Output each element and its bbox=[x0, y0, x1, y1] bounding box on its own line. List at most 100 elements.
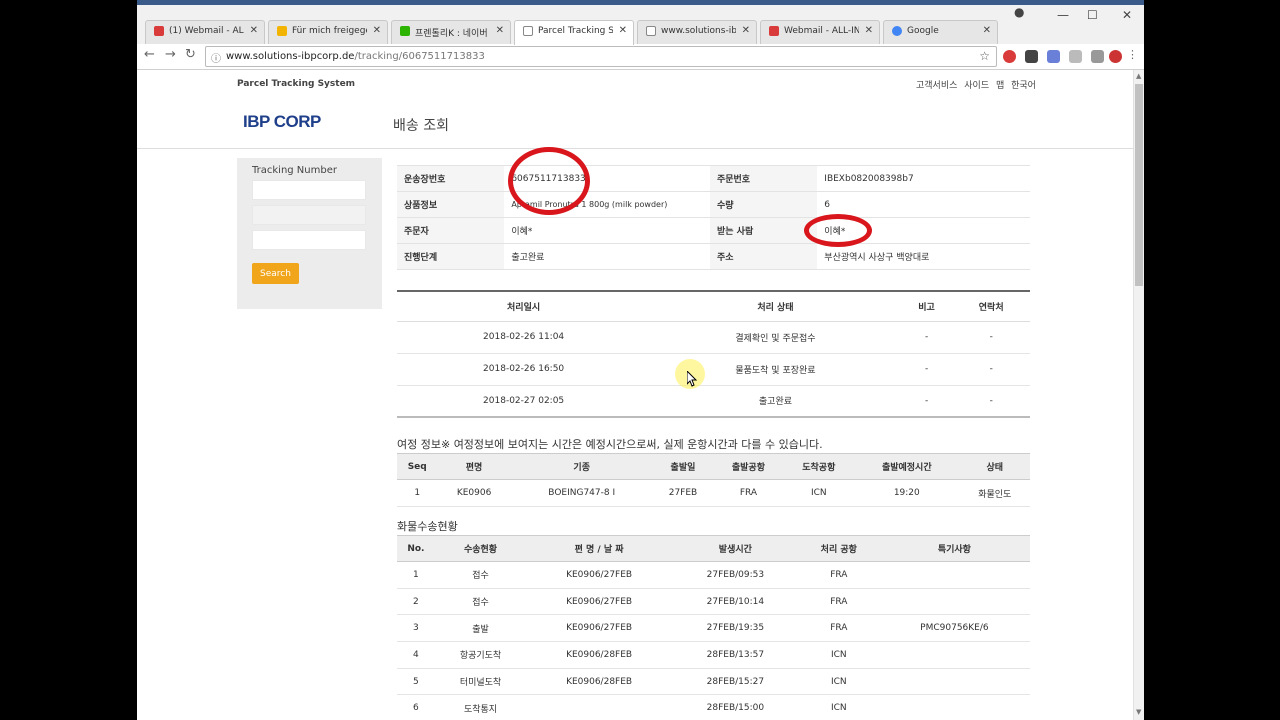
webmail-icon bbox=[769, 26, 779, 36]
column-header: 출발예정시간 bbox=[854, 453, 960, 480]
close-tab-icon[interactable]: ✕ bbox=[619, 25, 627, 36]
shipment-status-title: 화물수송현황 bbox=[397, 520, 458, 533]
table-cell: 접수 bbox=[434, 561, 527, 589]
table-cell: - bbox=[952, 385, 1030, 418]
table-cell: FRA bbox=[798, 588, 879, 616]
info-row: 상품정보 Aptamil Pronutra 1 800g (milk powde… bbox=[397, 191, 1030, 218]
table-cell: FRA bbox=[798, 561, 879, 589]
table-cell: 2018-02-26 11:04 bbox=[397, 321, 651, 354]
close-window-icon[interactable]: ✕ bbox=[1122, 8, 1132, 22]
history-header-row: 처리일시 처리 상태 비고 연락처 bbox=[397, 291, 1030, 322]
minimize-icon[interactable]: — bbox=[1057, 8, 1069, 22]
close-tab-icon[interactable]: ✕ bbox=[865, 25, 873, 36]
column-header: 처리 공항 bbox=[798, 535, 879, 562]
shipment-status-table: No. 수송현황 편 명 / 날 짜 발생시간 처리 공항 특기사항 1 접수 … bbox=[397, 535, 1030, 720]
forward-icon[interactable]: → bbox=[165, 47, 176, 62]
tracking-number-input-3[interactable] bbox=[252, 230, 366, 250]
close-tab-icon[interactable]: ✕ bbox=[373, 25, 381, 36]
tab-google-drive[interactable]: Für mich freigegeb✕ bbox=[268, 20, 388, 44]
close-tab-icon[interactable]: ✕ bbox=[983, 25, 991, 36]
translate-extension-icon[interactable] bbox=[1047, 50, 1060, 63]
tab-solutions[interactable]: www.solutions-ibpc✕ bbox=[637, 20, 757, 44]
column-header: 편명 bbox=[437, 453, 511, 480]
info-row: 주문자 이혜* 받는 사람 이혜* bbox=[397, 217, 1030, 244]
address-bar[interactable]: ⓘ www.solutions-ibpcorp.de/tracking/6067… bbox=[205, 46, 997, 67]
webmail-icon bbox=[154, 26, 164, 36]
js-extension-icon[interactable] bbox=[1025, 50, 1038, 63]
info-value: 부산광역시 사상구 백양대로 bbox=[817, 243, 1030, 270]
column-header: 도착공항 bbox=[783, 453, 854, 480]
info-icon[interactable]: ⓘ bbox=[211, 50, 221, 65]
table-cell: ICN bbox=[798, 641, 879, 669]
maximize-icon[interactable]: ☐ bbox=[1087, 8, 1098, 22]
table-cell: - bbox=[900, 321, 953, 354]
table-cell bbox=[878, 668, 1030, 696]
top-links[interactable]: 고객서비스 사이드 맵 한국어 bbox=[916, 78, 1036, 91]
search-button[interactable]: Search bbox=[252, 263, 299, 284]
column-header: 비고 bbox=[900, 291, 953, 322]
page-content: Parcel Tracking System 고객서비스 사이드 맵 한국어 I… bbox=[137, 70, 1133, 720]
red-highlight-circle bbox=[508, 147, 590, 215]
close-tab-icon[interactable]: ✕ bbox=[250, 25, 258, 36]
flight-info-table: Seq 편명 기종 출발일 출발공항 도착공항 출발예정시간 상태 1 KE09… bbox=[397, 453, 1030, 507]
browser-toolbar: ← → ↻ ⓘ www.solutions-ibpcorp.de/trackin… bbox=[137, 44, 1144, 70]
info-key: 받는 사람 bbox=[709, 217, 818, 244]
ibp-corp-logo[interactable]: IBP CORP bbox=[243, 112, 321, 132]
tab-webmail-2[interactable]: Webmail - ALL-IN ✕ bbox=[760, 20, 880, 44]
table-cell: 27FEB/19:35 bbox=[671, 614, 799, 643]
close-tab-icon[interactable]: ✕ bbox=[742, 25, 750, 36]
scroll-up-icon[interactable]: ▲ bbox=[1136, 72, 1141, 80]
column-header: No. bbox=[397, 535, 435, 562]
scrollbar-thumb[interactable] bbox=[1135, 84, 1143, 286]
tracking-number-input-2[interactable] bbox=[252, 205, 366, 225]
profile-icon[interactable]: ● bbox=[1014, 5, 1024, 19]
table-cell: 1 bbox=[397, 479, 438, 507]
table-row: 5 터미널도착 KE0906/28FEB 28FEB/15:27 ICN bbox=[397, 668, 1030, 696]
grey-extension-icon[interactable] bbox=[1069, 50, 1082, 63]
table-cell: 접수 bbox=[434, 588, 527, 616]
table-cell: 28FEB/15:27 bbox=[671, 668, 799, 696]
table-cell: 도착통지 bbox=[434, 694, 527, 720]
table-cell: FRA bbox=[713, 479, 784, 507]
menu-dots-icon[interactable]: ⋮ bbox=[1127, 48, 1138, 61]
table-cell: 3 bbox=[397, 614, 435, 643]
table-row: 2018-02-26 16:50 물품도착 및 포장완료 - - bbox=[397, 353, 1030, 386]
table-cell: 2 bbox=[397, 588, 435, 616]
extension-badge-icon[interactable] bbox=[1091, 50, 1104, 63]
bookmark-star-icon[interactable]: ☆ bbox=[979, 49, 990, 63]
tab-naver[interactable]: 프렌톨리K : 네이버 ✕ bbox=[391, 20, 511, 44]
tab-google[interactable]: Google ✕ bbox=[883, 20, 998, 44]
adblock-extension-icon[interactable] bbox=[1003, 50, 1016, 63]
parcel-info-table: 운송장번호 6067511713833 주문번호 IBEXb082008398b… bbox=[397, 165, 1030, 270]
table-cell: - bbox=[952, 353, 1030, 386]
column-header: 출발공항 bbox=[713, 453, 784, 480]
table-cell bbox=[878, 561, 1030, 589]
table-cell: 결제확인 및 주문접수 bbox=[650, 321, 901, 354]
column-header: 수송현황 bbox=[434, 535, 527, 562]
tab-parcel-tracking[interactable]: Parcel Tracking Sys✕ bbox=[514, 20, 634, 45]
table-cell: FRA bbox=[798, 614, 879, 643]
tracking-number-input-1[interactable] bbox=[252, 180, 366, 200]
table-row: 2018-02-27 02:05 출고완료 - - bbox=[397, 385, 1030, 418]
mouse-cursor-highlight bbox=[675, 359, 705, 389]
table-row: 1 KE0906 BOEING747-8 I 27FEB FRA ICN 19:… bbox=[397, 479, 1030, 507]
table-cell: BOEING747-8 I bbox=[510, 479, 653, 507]
table-cell: ICN bbox=[798, 668, 879, 696]
info-key: 운송장번호 bbox=[397, 165, 505, 192]
back-icon[interactable]: ← bbox=[144, 47, 155, 62]
reload-icon[interactable]: ↻ bbox=[185, 47, 196, 62]
close-tab-icon[interactable]: ✕ bbox=[496, 25, 504, 36]
red-extension-icon[interactable] bbox=[1109, 50, 1122, 63]
tab-webmail-1[interactable]: (1) Webmail - ALL- ✕ bbox=[145, 20, 265, 44]
column-header: 연락처 bbox=[952, 291, 1030, 322]
tracking-sidebar: Tracking Number Search bbox=[237, 158, 382, 309]
page-scrollbar[interactable]: ▲ ▼ bbox=[1133, 70, 1144, 720]
table-cell: 항공기도착 bbox=[434, 641, 527, 669]
table-cell: 2018-02-27 02:05 bbox=[397, 385, 651, 418]
scroll-down-icon[interactable]: ▼ bbox=[1136, 708, 1141, 716]
google-icon bbox=[892, 26, 902, 36]
table-cell: 4 bbox=[397, 641, 435, 669]
info-key: 상품정보 bbox=[397, 191, 505, 218]
flight-info-title: 여정 정보※ 여정정보에 보여지는 시간은 예정시간으로써, 실제 운항시간과 … bbox=[397, 438, 823, 451]
table-cell: - bbox=[900, 353, 953, 386]
